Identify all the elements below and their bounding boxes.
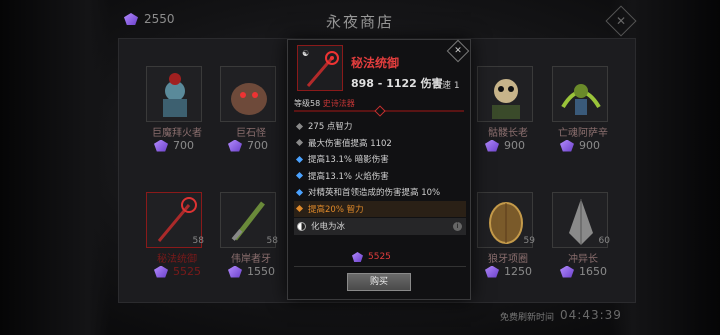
gem-icon <box>485 139 499 152</box>
item-portrait <box>146 66 202 122</box>
stat-list: 275 点智力 最大伤害值提高 1102 提高13.1% 暗影伤害 提高13.1… <box>294 118 466 235</box>
item-name: 骷髅长老 <box>488 128 528 139</box>
bullet-icon <box>295 139 304 147</box>
refresh-label: 免费刷新时间 <box>500 313 555 323</box>
shop-item[interactable]: 亡魂阿萨辛 900 <box>546 38 620 158</box>
unique-effect[interactable]: 化电为冰 i <box>294 218 466 235</box>
shop-item[interactable]: 巨石怪 700 <box>214 38 288 158</box>
stat-line-legendary: 提高20% 智力 <box>294 200 466 217</box>
popup-close-button[interactable]: ✕ <box>446 39 470 63</box>
stat-line: 275 点智力 <box>294 118 466 135</box>
item-name: 秘法统御 <box>351 56 400 70</box>
item-price: 700 <box>154 139 194 152</box>
close-icon: ✕ <box>454 46 462 56</box>
item-name: 巨魔拜火者 <box>152 128 202 139</box>
shop-item[interactable]: 骷髅长老 900 <box>471 38 545 158</box>
item-portrait <box>552 66 608 122</box>
gem-icon <box>560 265 574 278</box>
bullet-icon <box>295 155 304 163</box>
item-detail-popup: ☯ 秘法统御 898 - 1122 伤害 攻速 1 ✕ 等级58 史诗法器 27… <box>287 39 471 300</box>
item-name: 狼牙项圈 <box>488 254 528 265</box>
item-price: 900 <box>485 139 525 152</box>
stat-line: 提高13.1% 暗影伤害 <box>294 151 466 168</box>
attack-speed: 攻速 1 <box>433 81 460 91</box>
item-price: 1250 <box>485 265 532 278</box>
info-icon[interactable]: i <box>453 221 462 231</box>
left-shadow <box>0 0 110 335</box>
item-level: 58 <box>266 236 278 246</box>
shop-item[interactable]: 59 狼牙项圈 1250 <box>471 164 545 284</box>
stat-line: 最大伤害值提高 1102 <box>294 135 466 152</box>
item-meta: 等级58 史诗法器 <box>294 98 355 109</box>
item-icon: ☯ <box>297 45 343 91</box>
item-price: 5525 <box>154 265 201 278</box>
item-name: 冲异长 <box>568 254 598 265</box>
gem-icon <box>352 252 363 262</box>
bullet-icon <box>295 172 304 180</box>
gem-icon <box>154 265 168 278</box>
item-name: 伟岸者牙 <box>231 254 271 265</box>
bullet-icon <box>295 122 304 130</box>
item-price: 1550 <box>228 265 275 278</box>
price-divider <box>294 266 466 267</box>
shop-item[interactable]: 58 伟岸者牙 1550 <box>214 164 288 284</box>
item-price: 700 <box>228 139 268 152</box>
rarity-divider <box>294 105 464 117</box>
diamond-icon <box>374 105 386 117</box>
stat-line: 对精英和首领造成的伤害提高 10% <box>294 184 466 201</box>
gem-icon <box>560 139 574 152</box>
buy-button[interactable]: 购买 <box>347 273 411 291</box>
stat-line: 提高13.1% 火焰伤害 <box>294 168 466 185</box>
gem-icon <box>228 139 242 152</box>
item-level: 等级58 <box>294 99 321 108</box>
item-price: 900 <box>560 139 600 152</box>
close-icon: ✕ <box>615 14 627 28</box>
item-name: 秘法统御 <box>157 254 197 265</box>
gem-icon <box>485 265 499 278</box>
svg-text:☯: ☯ <box>302 49 309 58</box>
item-portrait <box>477 66 533 122</box>
item-portrait <box>220 66 276 122</box>
item-type: 史诗法器 <box>322 99 355 108</box>
purchase-price: 5525 <box>352 252 391 262</box>
item-name: 亡魂阿萨辛 <box>558 128 608 139</box>
yin-yang-icon <box>297 221 306 231</box>
gem-icon <box>154 139 168 152</box>
bullet-icon <box>295 188 304 196</box>
item-price: 1650 <box>560 265 607 278</box>
item-level: 59 <box>523 236 535 246</box>
item-name: 巨石怪 <box>236 128 266 139</box>
gem-icon <box>228 265 242 278</box>
shop-item[interactable]: 巨魔拜火者 700 <box>140 38 214 158</box>
item-damage: 898 - 1122 伤害 <box>351 77 443 90</box>
shop-item-selected[interactable]: 58 秘法统御 5525 <box>140 164 214 284</box>
item-level: 60 <box>598 236 610 246</box>
bullet-icon <box>295 205 304 213</box>
shop-item[interactable]: 60 冲异长 1650 <box>546 164 620 284</box>
refresh-timer: 04:43:39 <box>560 308 622 322</box>
item-level: 58 <box>192 236 204 246</box>
